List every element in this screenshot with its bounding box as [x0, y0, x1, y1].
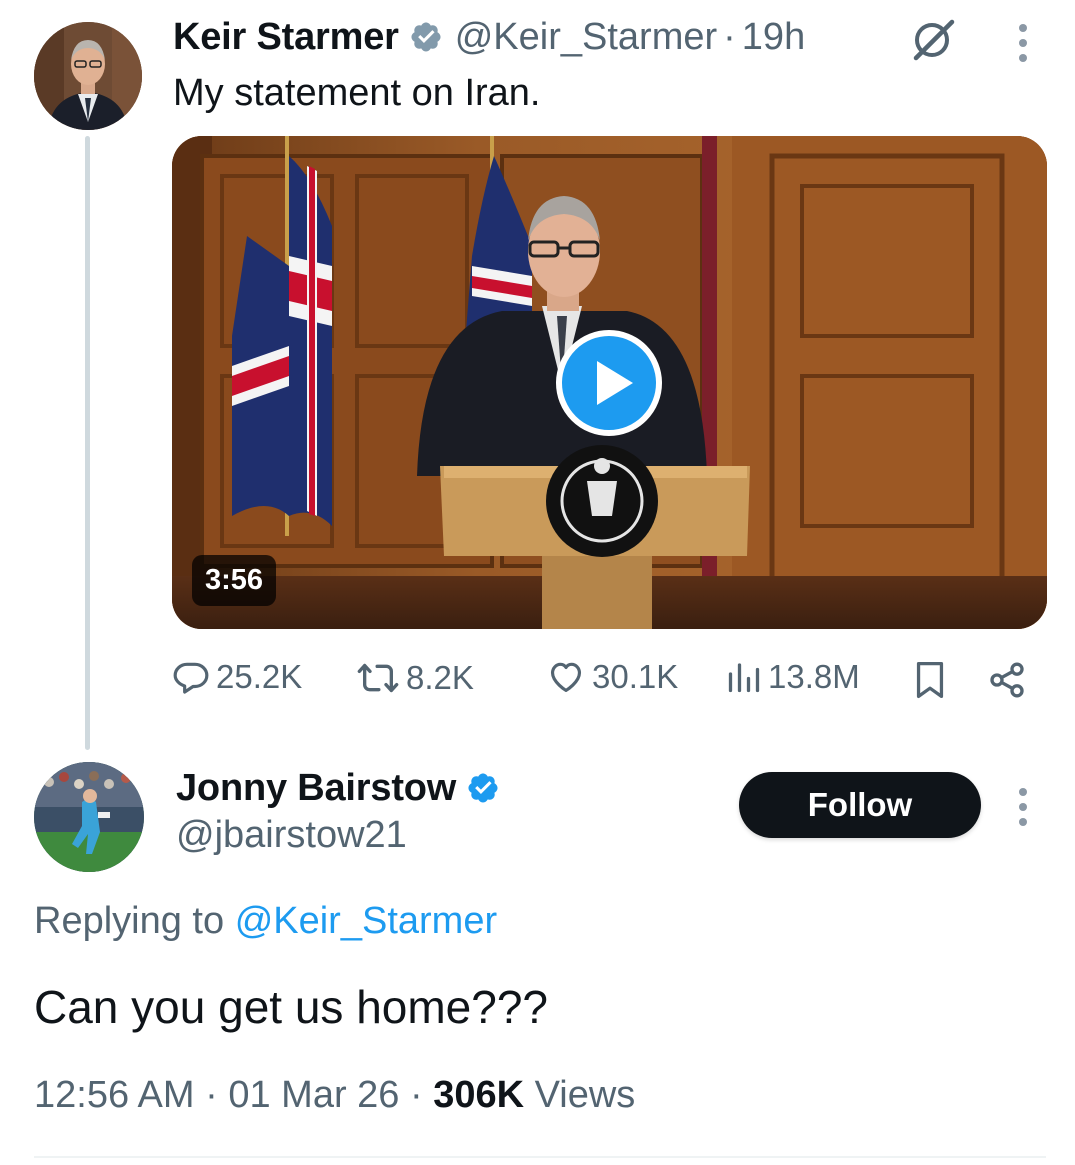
play-icon[interactable] — [555, 329, 663, 437]
keir-starmer-avatar[interactable] — [34, 22, 142, 130]
video-duration: 3:56 — [192, 555, 277, 606]
reply-author-name[interactable]: Jonny Bairstow — [176, 767, 456, 810]
thread-connector-line — [85, 136, 90, 750]
reply-date[interactable]: 01 Mar 26 — [228, 1074, 399, 1116]
views-count: 13.8M — [768, 658, 860, 695]
views-icon — [728, 663, 760, 693]
reply-views-label: Views — [534, 1074, 636, 1116]
replying-to-label: Replying to — [34, 900, 225, 942]
reply-header: Jonny Bairstow — [176, 765, 500, 811]
more-icon[interactable] — [1016, 24, 1030, 62]
reply-icon — [173, 662, 209, 694]
tweet-header: Keir Starmer @Keir_Starmer · 19h — [173, 14, 805, 60]
verified-badge-icon — [468, 773, 498, 803]
tweet-time[interactable]: 19h — [742, 16, 805, 59]
reply-text: Can you get us home??? — [34, 981, 549, 1033]
reply-count: 25.2K — [216, 658, 303, 695]
divider — [34, 1156, 1046, 1158]
repost-count: 8.2K — [406, 659, 474, 696]
repost-icon — [357, 663, 399, 693]
reply-button[interactable]: 25.2K — [172, 658, 302, 696]
more-icon[interactable] — [1016, 788, 1030, 826]
share-icon[interactable] — [987, 660, 1027, 700]
follow-button[interactable]: Follow — [739, 772, 981, 838]
author-name[interactable]: Keir Starmer — [173, 16, 399, 59]
reply-views-count: 306K — [433, 1074, 525, 1116]
header-separator: · — [723, 15, 736, 58]
like-icon — [550, 662, 582, 693]
author-handle[interactable]: @Keir_Starmer — [455, 16, 717, 59]
grok-icon[interactable] — [908, 14, 958, 64]
meta-separator: · — [410, 1074, 423, 1116]
reply-author-handle[interactable]: @jbairstow21 — [176, 814, 407, 857]
jonny-bairstow-avatar[interactable] — [34, 762, 144, 872]
like-button[interactable]: 30.1K — [546, 658, 678, 696]
meta-separator: · — [205, 1074, 218, 1116]
repost-button[interactable]: 8.2K — [356, 658, 474, 698]
replying-to-line: Replying to @Keir_Starmer — [34, 900, 497, 943]
reply-time[interactable]: 12:56 AM — [34, 1074, 195, 1116]
like-count: 30.1K — [592, 658, 679, 695]
replying-to-mention[interactable]: @Keir_Starmer — [235, 900, 497, 942]
tweet-text: My statement on Iran. — [173, 72, 541, 114]
verified-badge-icon — [411, 22, 441, 52]
views-button[interactable]: 13.8M — [726, 658, 860, 696]
reply-meta: 12:56 AM · 01 Mar 26 · 306K Views — [34, 1074, 635, 1117]
bookmark-icon[interactable] — [912, 660, 948, 700]
